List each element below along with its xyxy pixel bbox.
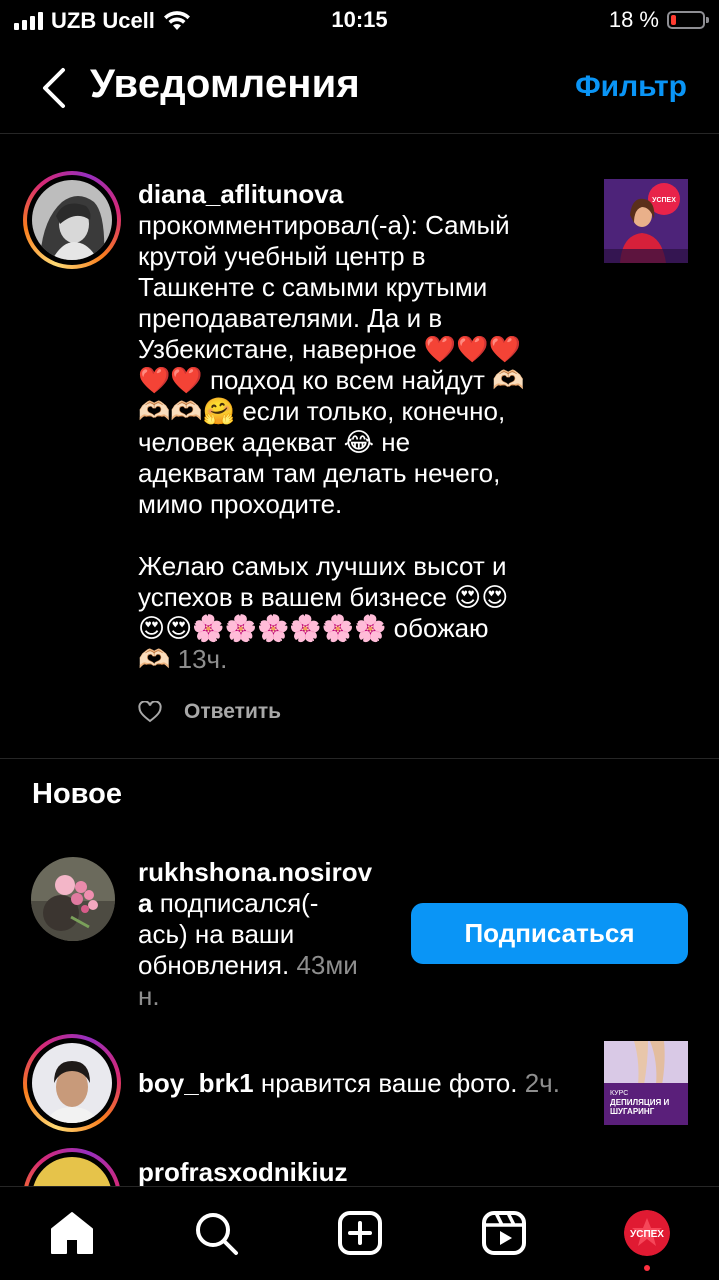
follow-time: 43ми <box>296 950 358 980</box>
comment-line: ❤️❤️ подход ко всем найдут 🫶🏻 <box>138 365 525 395</box>
comment-post-thumbnail[interactable]: УСПЕХ <box>604 179 688 263</box>
like-time: 2ч. <box>524 1068 560 1098</box>
follow-line: a подписался(- <box>138 888 388 919</box>
section-divider <box>0 758 719 759</box>
follow-back-button[interactable]: Подписаться <box>411 903 688 964</box>
comment-username[interactable]: diana_aflitunova <box>138 179 578 210</box>
comment-line: успехов в вашем бизнесе 😍😍 <box>138 582 509 612</box>
battery-icon <box>667 11 709 29</box>
thumbnail-text: ДЕПИЛЯЦИЯ И <box>610 1098 669 1107</box>
status-right: 18 % <box>608 7 709 33</box>
thumbnail-text: КУРС <box>610 1090 628 1097</box>
reply-row: Ответить <box>138 700 281 724</box>
thumbnail-brand-text: УСПЕХ <box>652 197 676 204</box>
notifications-screen: UZB Ucell 10:15 18 % Уведомления Фильтр <box>0 0 719 1280</box>
battery-percent: 18 % <box>608 7 659 32</box>
avatar-photo <box>32 1043 112 1123</box>
comment-line: 😍😍🌸🌸🌸🌸🌸🌸 обожаю <box>138 613 489 643</box>
like-notification-text[interactable]: boy_brk1 нравится ваше фото. 2ч. <box>138 1068 598 1099</box>
home-icon[interactable] <box>48 1209 96 1257</box>
comment-line: крутой учебный центр в <box>138 241 426 271</box>
comment-line: мимо проходите. <box>138 489 343 519</box>
header-divider <box>0 133 719 134</box>
avatar-diana[interactable] <box>23 171 121 269</box>
like-text: нравится ваше фото. <box>253 1068 518 1098</box>
reels-icon[interactable] <box>480 1209 528 1257</box>
follow-notification-text[interactable]: rukhshona.nosirov a подписался(- ась) на… <box>138 857 388 1012</box>
section-title-new: Новое <box>32 778 122 810</box>
partial-notification-text[interactable]: profrasxodnikiuz <box>138 1157 347 1188</box>
follow-line: обновления. 43ми <box>138 950 388 981</box>
comment-line: человек адекват 😂 не <box>138 427 411 457</box>
status-bar: UZB Ucell 10:15 18 % <box>0 0 719 40</box>
comment-notification-text[interactable]: diana_aflitunova прокомментировал(-а): С… <box>138 179 578 675</box>
page-title: Уведомления <box>90 62 360 106</box>
reply-button[interactable]: Ответить <box>184 700 281 724</box>
comment-line: 🫶🏻🫶🏻🤗 если только, конечно, <box>138 396 506 426</box>
comment-line: Ташкенте с самыми крутыми <box>138 272 488 302</box>
heart-outline-icon[interactable] <box>138 701 162 723</box>
follow-time-end: н. <box>138 981 160 1011</box>
profile-tab-avatar[interactable]: УСПЕХ <box>624 1210 670 1256</box>
thumbnail-text: ШУГАРИНГ <box>610 1107 655 1116</box>
comment-time: 13ч. <box>177 644 228 674</box>
avatar-boy-brk1[interactable] <box>23 1034 121 1132</box>
avatar-rukhshona[interactable] <box>31 857 115 941</box>
profile-brand-text: УСПЕХ <box>630 1229 664 1240</box>
comment-line: Узбекистане, наверное ❤️❤️❤️ <box>138 334 521 364</box>
follow-text: обновления. <box>138 950 290 980</box>
create-post-icon[interactable] <box>336 1209 384 1257</box>
liked-post-thumbnail[interactable]: КУРС ДЕПИЛЯЦИЯ И ШУГАРИНГ <box>604 1041 688 1125</box>
follow-username-end: a <box>138 888 153 918</box>
like-username[interactable]: boy_brk1 <box>138 1068 254 1098</box>
follow-text: подписался(- <box>152 888 319 918</box>
follow-username[interactable]: rukhshona.nosirov <box>138 857 388 888</box>
search-icon[interactable] <box>192 1209 240 1257</box>
header: Уведомления Фильтр <box>0 50 719 130</box>
bottom-tab-bar: УСПЕХ <box>0 1186 719 1280</box>
filter-button[interactable]: Фильтр <box>575 70 687 104</box>
follow-line: ась) на ваши <box>138 919 295 949</box>
comment-line: преподавателями. Да и в <box>138 303 443 333</box>
avatar-photo <box>32 180 112 260</box>
comment-line: Желаю самых лучших высот и <box>138 551 507 581</box>
comment-last-emoji: 🫶🏻 <box>138 644 171 674</box>
comment-line: прокомментировал(-а): Самый <box>138 210 510 240</box>
back-chevron-icon[interactable] <box>36 66 76 110</box>
comment-last-line: 🫶🏻 13ч. <box>138 644 578 675</box>
comment-line: адекватам там делать нечего, <box>138 458 501 488</box>
notification-dot <box>644 1265 650 1271</box>
partial-username[interactable]: profrasxodnikiuz <box>138 1157 347 1187</box>
